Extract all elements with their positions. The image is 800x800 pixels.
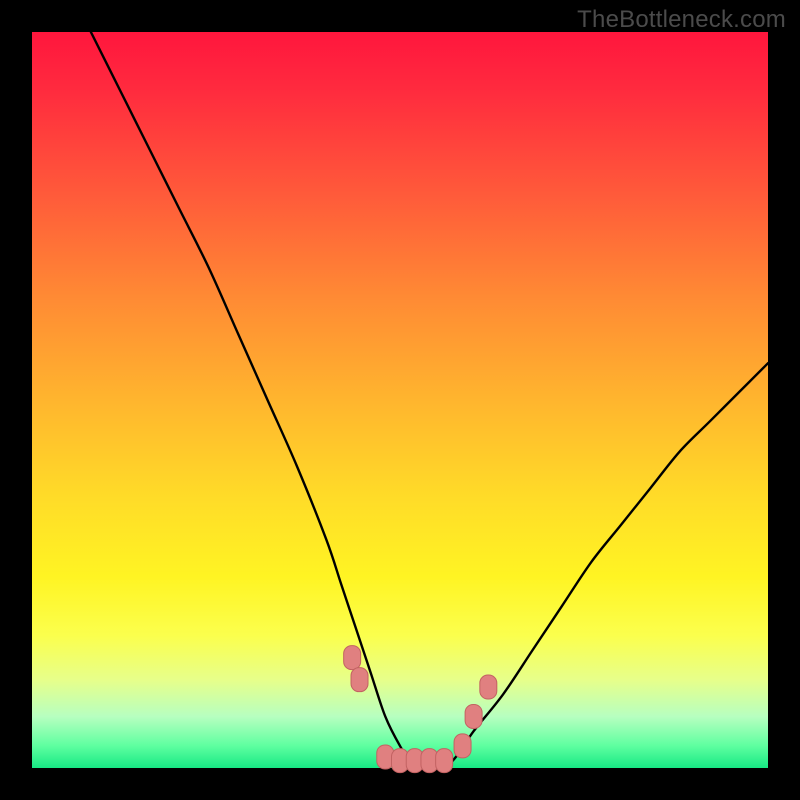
- chart-frame: TheBottleneck.com: [0, 0, 800, 800]
- trough-dot: [344, 646, 361, 670]
- watermark-text: TheBottleneck.com: [577, 6, 786, 34]
- trough-dots: [344, 646, 497, 773]
- trough-dot: [436, 749, 453, 773]
- curve-svg: [32, 32, 768, 768]
- bottleneck-curve: [91, 32, 768, 770]
- trough-dot: [351, 668, 368, 692]
- plot-area: [32, 32, 768, 768]
- trough-dot: [465, 704, 482, 728]
- trough-dot: [480, 675, 497, 699]
- trough-dot: [454, 734, 471, 758]
